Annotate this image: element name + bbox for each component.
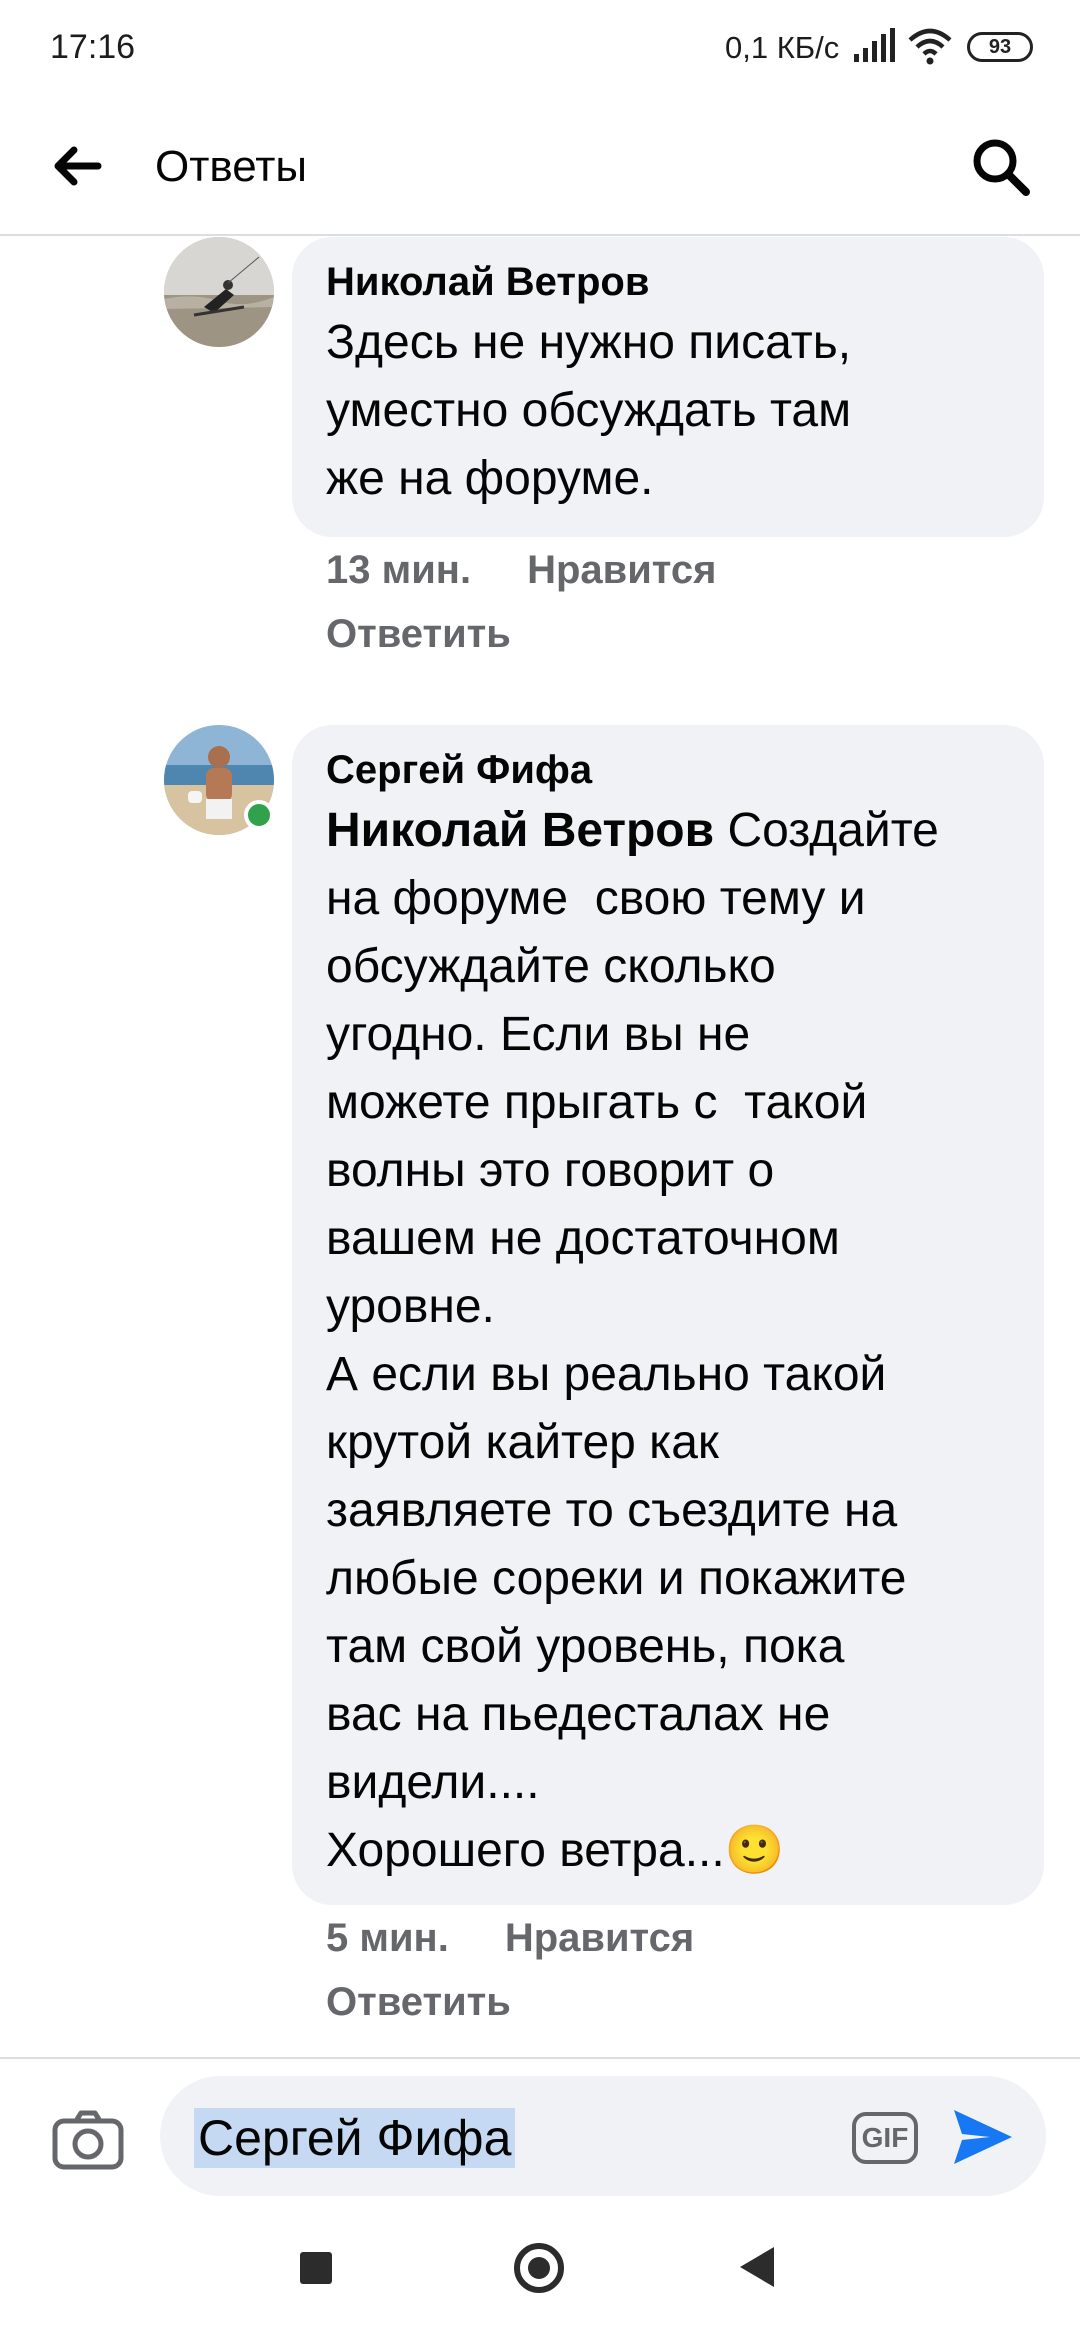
page-title: Ответы bbox=[155, 142, 308, 191]
comment-author[interactable]: Сергей Фифа bbox=[326, 743, 1010, 797]
status-bar: 17:16 0,1 КБ/с 93 bbox=[0, 0, 1080, 100]
system-nav-bar bbox=[0, 2207, 1080, 2340]
mention-link[interactable]: Николай Ветров bbox=[326, 804, 714, 857]
reply-input[interactable]: Сергей Фифа GIF bbox=[160, 2076, 1046, 2196]
comment-time: 13 мин. bbox=[326, 548, 472, 592]
comment-body: Создайте на форуме свою тему и обсуждайт… bbox=[326, 804, 939, 1877]
comment-text: Николай Ветров Создайте на форуме свою т… bbox=[326, 797, 1010, 1885]
circle-icon[interactable] bbox=[514, 2243, 564, 2293]
comment-time: 5 мин. bbox=[326, 1916, 449, 1960]
wifi-icon bbox=[908, 28, 952, 65]
comment-actions: 5 мин. Нравится bbox=[326, 1916, 694, 1961]
network-speed: 0,1 КБ/с bbox=[725, 30, 840, 65]
camera-icon[interactable] bbox=[52, 2109, 124, 2171]
send-icon[interactable] bbox=[950, 2104, 1016, 2170]
arrow-left-icon[interactable] bbox=[50, 140, 102, 192]
reply-button[interactable]: Ответить bbox=[326, 612, 511, 657]
app-header: Ответы bbox=[0, 100, 1080, 236]
comment-actions: 13 мин. Нравится bbox=[326, 548, 716, 593]
battery-indicator: 93 bbox=[967, 32, 1033, 62]
search-icon[interactable] bbox=[970, 136, 1032, 198]
signal-icon bbox=[854, 28, 895, 62]
gif-button[interactable]: GIF bbox=[852, 2112, 918, 2164]
square-icon[interactable] bbox=[300, 2252, 332, 2284]
reply-input-value[interactable]: Сергей Фифа bbox=[194, 2108, 516, 2168]
status-time: 17:16 bbox=[50, 28, 136, 66]
online-status-dot bbox=[244, 800, 274, 830]
triangle-back-icon[interactable] bbox=[740, 2247, 774, 2287]
comment-bubble: Сергей Фифа Николай Ветров Создайте на ф… bbox=[292, 725, 1044, 1905]
reply-button[interactable]: Ответить bbox=[326, 1980, 511, 2025]
like-button[interactable]: Нравится bbox=[527, 548, 716, 593]
like-button[interactable]: Нравится bbox=[505, 1916, 694, 1961]
comment-bubble: Николай Ветров Здесь не нужно писать, ум… bbox=[292, 237, 1044, 537]
avatar-kitesurfer-image bbox=[164, 237, 274, 347]
comment-text: Здесь не нужно писать, уместно обсуждать… bbox=[326, 316, 852, 505]
avatar[interactable] bbox=[164, 237, 274, 347]
reply-composer: Сергей Фифа GIF bbox=[0, 2057, 1080, 2207]
comment-author[interactable]: Николай Ветров bbox=[326, 255, 1010, 309]
